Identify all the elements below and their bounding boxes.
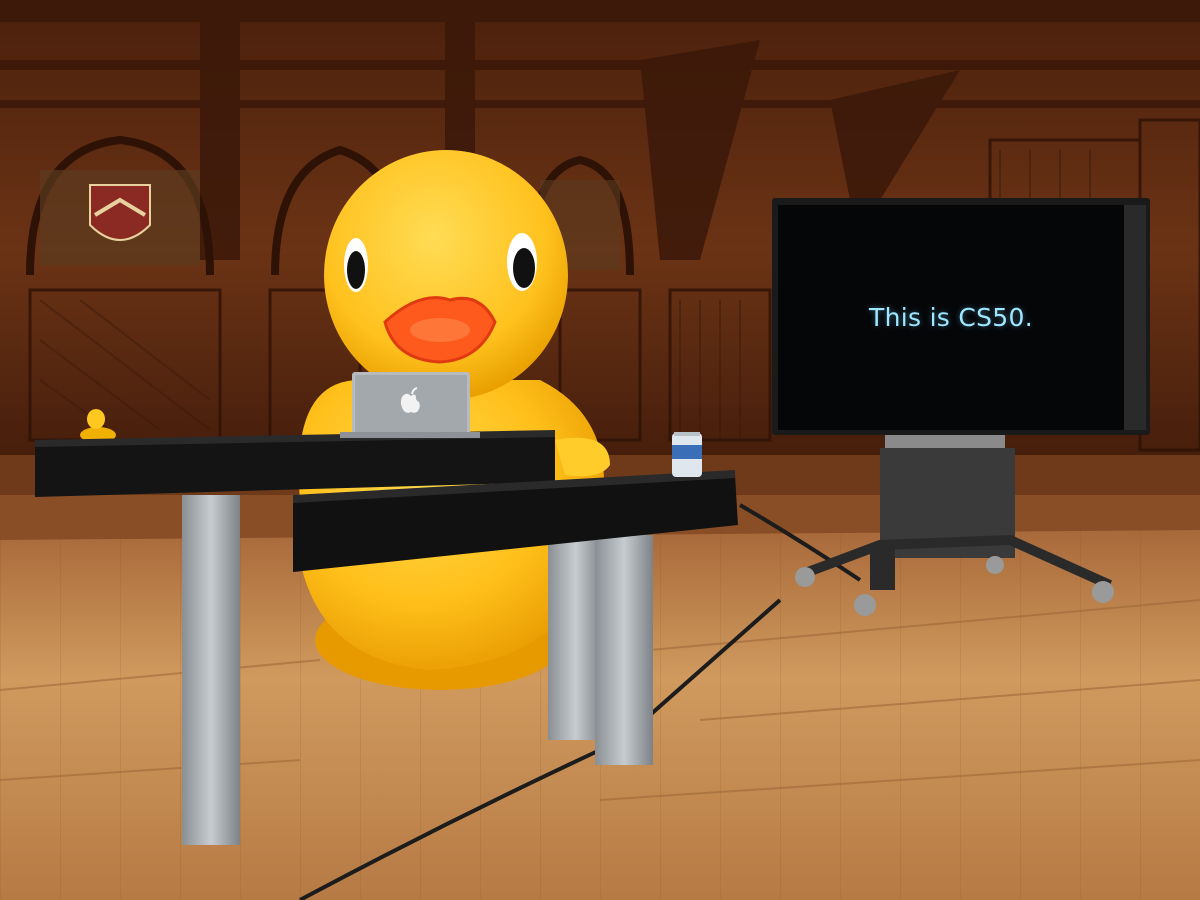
monitor-screen-text: This is CS50. (869, 303, 1033, 332)
stage-illustration (0, 0, 1200, 900)
lecture-stage-photo: This is CS50. (0, 0, 1200, 900)
drink-can (672, 432, 702, 477)
